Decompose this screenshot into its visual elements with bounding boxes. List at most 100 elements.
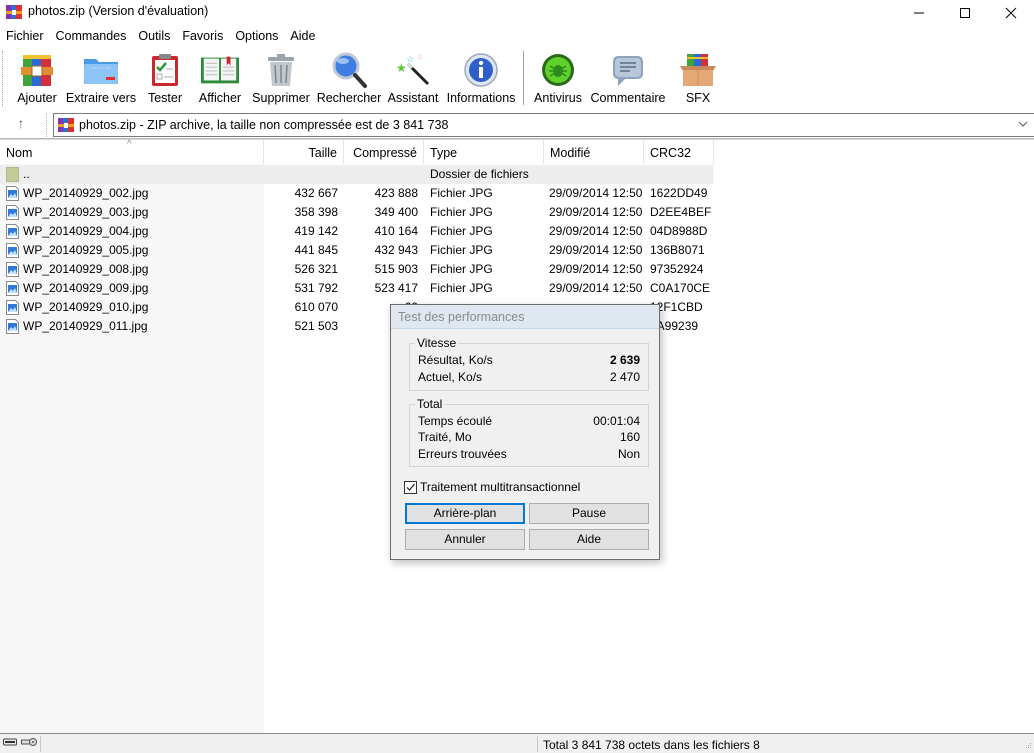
file-packed: 423 888 — [374, 186, 418, 200]
menu-options[interactable]: Options — [229, 27, 284, 47]
menu-outils[interactable]: Outils — [132, 27, 176, 47]
file-name: WP_20140929_002.jpg — [23, 186, 149, 200]
column-header-type[interactable]: Type — [424, 140, 544, 164]
toolbar-button-ajouter[interactable]: Ajouter — [14, 51, 60, 109]
total-group-label: Total — [415, 397, 446, 411]
jpg-file-icon — [6, 205, 19, 220]
pause-button[interactable]: Pause — [529, 503, 649, 524]
file-crc: D2EE4BEF — [650, 205, 712, 219]
menu-aide[interactable]: Aide — [284, 27, 321, 47]
menu-commandes[interactable]: Commandes — [50, 27, 133, 47]
file-row[interactable]: WP_20140929_005.jpg 441 845 432 943 Fichier… — [0, 241, 713, 260]
current-speed-value: 2 470 — [609, 370, 640, 384]
trash-icon — [268, 54, 294, 86]
toolbar-button-tester[interactable]: Tester — [144, 51, 186, 109]
extract-folder-icon — [84, 59, 118, 84]
file-row[interactable]: WP_20140929_009.jpg 531 792 523 417 Fichier… — [0, 279, 713, 298]
sfx-box-icon — [680, 54, 716, 86]
chevron-down-icon[interactable] — [1018, 119, 1028, 129]
file-size: 432 667 — [294, 186, 338, 200]
toolbar-label: Tester — [147, 91, 183, 105]
test-clipboard-icon — [152, 54, 178, 86]
cancel-button[interactable]: Annuler — [405, 529, 525, 550]
errors-found: Erreurs trouvées Non — [418, 447, 640, 461]
file-crc: C0A170CE — [650, 281, 711, 295]
current-speed: Actuel, Ko/s 2 470 — [418, 370, 640, 384]
checkmark-icon — [406, 483, 415, 491]
file-row[interactable]: WP_20140929_008.jpg 526 321 515 903 Fichier… — [0, 260, 713, 279]
file-size: 610 070 — [294, 300, 338, 314]
toolbar-button-assistant[interactable]: ★ ☆ ☆ Assistant — [388, 51, 439, 109]
processed-mb: Traité, Mo 160 — [418, 430, 640, 444]
file-type: Fichier JPG — [430, 205, 493, 219]
toolbar-button-commentaire[interactable]: Commentaire — [590, 51, 666, 109]
file-size: 441 845 — [294, 243, 338, 257]
file-name: WP_20140929_011.jpg — [23, 319, 148, 333]
file-size: 526 321 — [294, 262, 338, 276]
search-magnifier-icon — [332, 52, 367, 88]
sort-ascending-icon: ^ — [127, 139, 132, 150]
file-name: WP_20140929_008.jpg — [23, 262, 149, 276]
info-icon — [464, 53, 498, 87]
toolbar-button-supprimer[interactable]: Supprimer — [252, 51, 310, 109]
folder-up-icon — [6, 167, 19, 182]
file-crc: 1622DD49 — [650, 186, 708, 200]
toolbar-grip[interactable] — [2, 51, 4, 107]
toolbar-button-afficher[interactable]: Afficher — [196, 51, 244, 109]
drive-icon — [3, 738, 17, 746]
help-button[interactable]: Aide — [529, 529, 649, 550]
jpg-file-icon — [6, 319, 19, 334]
toolbar-label: Ajouter — [17, 91, 57, 105]
menu-fichier[interactable]: Fichier — [0, 27, 50, 47]
path-combobox[interactable]: photos.zip - ZIP archive, la taille non … — [53, 113, 1034, 137]
multithread-label: Traitement multitransactionnel — [420, 480, 581, 494]
file-type: Fichier JPG — [430, 186, 493, 200]
status-bar: Total 3 841 738 octets dans les fichiers… — [0, 733, 1034, 753]
parent-folder-row[interactable]: .. Dossier de fichiers — [0, 165, 713, 184]
column-header-crc[interactable]: CRC32 — [644, 140, 714, 164]
column-header-packed[interactable]: Compressé — [344, 140, 424, 164]
file-name: WP_20140929_005.jpg — [23, 243, 149, 257]
toolbar-button-sfx[interactable]: SFX — [676, 51, 720, 109]
comment-bubble-icon — [613, 56, 643, 86]
address-grip — [46, 113, 47, 137]
multithread-checkbox[interactable] — [404, 480, 417, 494]
up-folder-button[interactable]: ↑ — [8, 115, 34, 135]
file-row[interactable]: WP_20140929_002.jpg 432 667 423 888 Fichier… — [0, 184, 713, 203]
file-row[interactable]: WP_20140929_003.jpg 358 398 349 400 Fichier… — [0, 203, 713, 222]
resize-grip-icon[interactable] — [1022, 741, 1032, 751]
toolbar: Ajouter Extraire vers Tester Afficher Su… — [0, 47, 1034, 111]
maximize-button[interactable] — [942, 0, 988, 25]
toolbar-separator — [523, 51, 524, 105]
jpg-file-icon — [6, 262, 19, 277]
dialog-title-bar[interactable]: Test des performances — [391, 305, 659, 329]
file-crc: 97352924 — [650, 262, 704, 276]
speed-group: Vitesse Résultat, Ko/s 2 639 Actuel, Ko/… — [409, 336, 649, 391]
total-group: Total Temps écoulé 00:01:04 Traité, Mo 1… — [409, 397, 649, 467]
file-row[interactable]: WP_20140929_004.jpg 419 142 410 164 Fichier… — [0, 222, 713, 241]
minimize-button[interactable] — [896, 0, 942, 25]
status-separator — [537, 736, 538, 752]
svg-text:☆: ☆ — [406, 55, 414, 65]
menu-bar: Fichier Commandes Outils Favoris Options… — [0, 27, 1034, 47]
file-type: Fichier JPG — [430, 262, 493, 276]
toolbar-button-rechercher[interactable]: Rechercher — [317, 51, 381, 109]
toolbar-button-extraire[interactable]: Extraire vers — [66, 51, 136, 109]
close-icon — [1005, 7, 1017, 18]
column-header-size[interactable]: Taille — [264, 140, 344, 164]
file-name: WP_20140929_010.jpg — [23, 300, 149, 314]
background-button[interactable]: Arrière-plan — [405, 503, 525, 524]
file-type: Fichier JPG — [430, 243, 493, 257]
toolbar-label: Commentaire — [590, 91, 666, 105]
multithread-option[interactable]: Traitement multitransactionnel — [404, 480, 580, 494]
column-header-name[interactable]: Nom — [0, 140, 264, 164]
file-size: 521 503 — [294, 319, 338, 333]
column-header-modified[interactable]: Modifié — [544, 140, 644, 164]
close-button[interactable] — [988, 0, 1034, 25]
toolbar-label: SFX — [685, 91, 711, 105]
toolbar-button-antivirus[interactable]: Antivirus — [533, 51, 583, 109]
toolbar-button-informations[interactable]: Informations — [446, 51, 516, 109]
menu-favoris[interactable]: Favoris — [176, 27, 229, 47]
file-type: Fichier JPG — [430, 224, 493, 238]
errors-found-value: Non — [617, 447, 640, 461]
